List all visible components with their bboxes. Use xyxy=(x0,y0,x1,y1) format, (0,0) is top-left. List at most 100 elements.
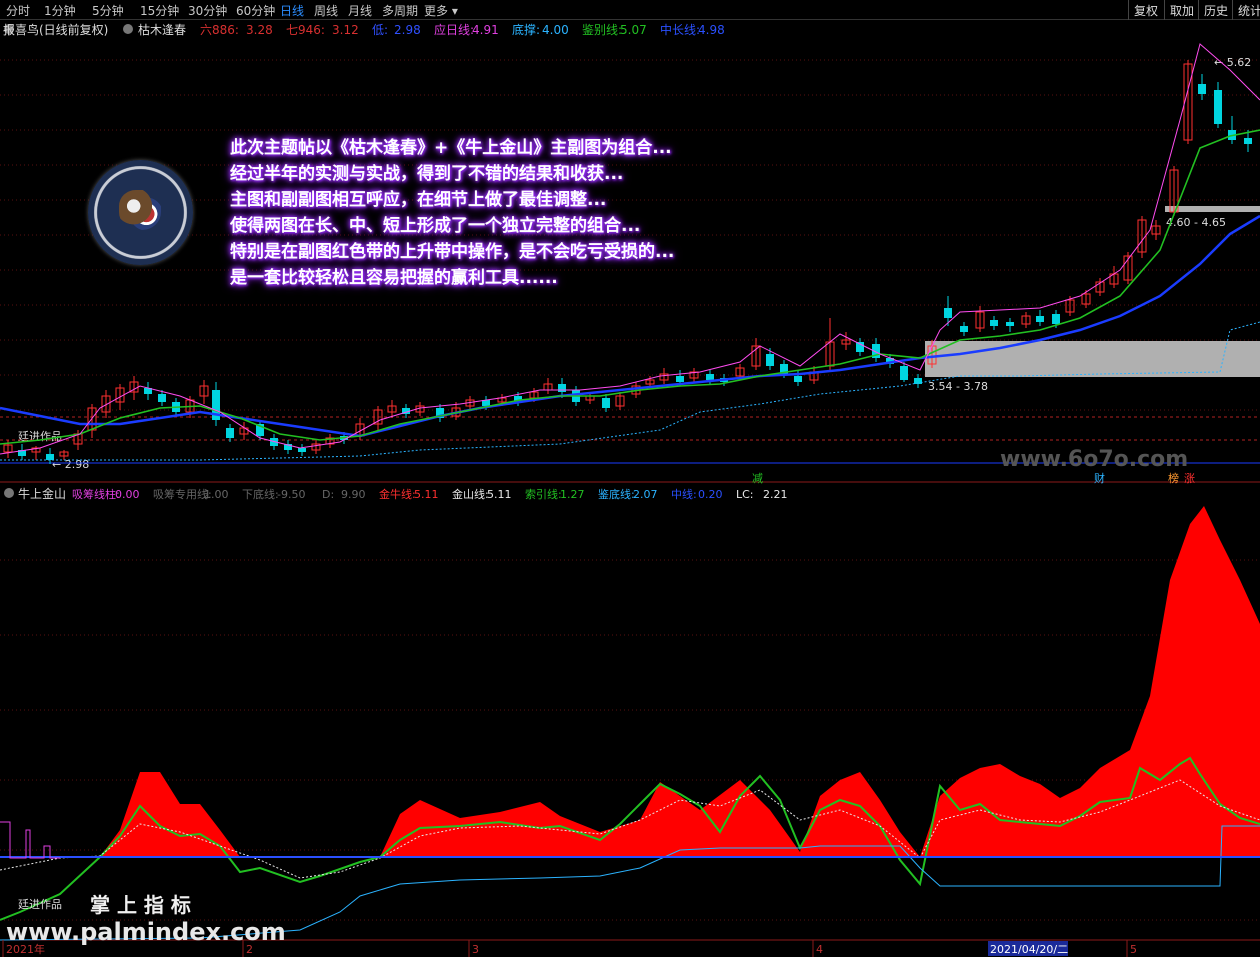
marker-reduce: 减 xyxy=(752,472,763,485)
sub-indicator-label: 中线: xyxy=(671,487,697,501)
sub-indicator-label: 索引线: xyxy=(525,487,562,501)
period-tab[interactable]: 分时 xyxy=(6,2,30,19)
main-indicator-value: 2.98 xyxy=(394,23,421,37)
main-indicator-label: 七946: xyxy=(286,23,325,37)
caption-line: 此次主题帖以《枯木逢春》+《牛上金山》主副图为组合... xyxy=(230,138,672,158)
marker-finance: 财 xyxy=(1094,471,1105,485)
main-indicator-value: 4.98 xyxy=(698,23,725,37)
sub-indicator-value: 5.11 xyxy=(414,488,439,501)
period-tab[interactable]: 60分钟 xyxy=(236,2,275,19)
period-tab[interactable]: 日线 xyxy=(280,2,304,19)
watermark-top: www.6o7o.com xyxy=(1000,447,1188,472)
main-indicator-name: 枯木逢春 xyxy=(138,22,186,37)
candle-body xyxy=(558,384,566,392)
candle-body xyxy=(1052,314,1060,324)
caption-line: 主图和副副图相互呼应，在细节上做了最佳调整... xyxy=(230,190,607,210)
resistance-band xyxy=(1165,206,1260,212)
sub-indicator-name: 牛上金山 xyxy=(18,486,66,501)
period-toolbar: 分时 1分钟 5分钟 15分钟 30分钟 60分钟 日线 周线 月线 多周期 更多 ▾ 复权 取加 历史统… xyxy=(0,0,1260,20)
period-tab[interactable]: 更多 ▾ xyxy=(424,2,458,19)
main-indicator-value: 3.12 xyxy=(332,23,359,37)
sub-indicator-value: 2.21 xyxy=(763,488,788,501)
patent-office-seal xyxy=(88,160,193,265)
candle-body xyxy=(1006,322,1014,326)
sub-indicator-value: 1.00 xyxy=(204,488,229,501)
candle-body xyxy=(990,320,998,326)
candle-body xyxy=(158,394,166,402)
overlay-caption: 此次主题帖以《枯木逢春》+《牛上金山》主副图为组合... 经过半年的实测与实战，… xyxy=(230,135,674,291)
candle-body xyxy=(944,308,952,318)
candle-body xyxy=(1214,90,1222,124)
candle-body xyxy=(794,376,802,382)
accum-bars xyxy=(0,821,60,859)
marker-rank: 榜 xyxy=(1168,471,1179,485)
caption-line: 特别是在副图红色带的上升带中操作，是不会吃亏受损的... xyxy=(230,242,675,262)
candle-body xyxy=(602,398,610,408)
high-price-label: ← 5.62 xyxy=(1214,56,1251,69)
candle-body xyxy=(706,374,714,380)
sub-indicator-label: 金山线: xyxy=(452,487,489,501)
toolbar-button[interactable]: 取加 xyxy=(1164,0,1199,20)
stock-title: 报喜鸟(日线前复权) xyxy=(3,22,108,37)
eagle-icon xyxy=(119,190,161,230)
sub-indicator-value: 5.11 xyxy=(487,488,512,501)
toolbar-button[interactable]: 统计 xyxy=(1232,0,1260,20)
sub-author-label: 廷进作品 xyxy=(18,898,62,911)
candle-body xyxy=(1036,316,1044,322)
main-indicator-label: 底撑: xyxy=(512,22,540,37)
main-indicator-label: 应日线: xyxy=(434,22,474,37)
toolbar-button[interactable]: 历史 xyxy=(1198,0,1233,20)
sub-indicator-label: 吸筹专用线: xyxy=(153,487,212,501)
toolbar-button[interactable]: 复权 xyxy=(1128,0,1163,20)
sub-indicator-label: LC: xyxy=(736,488,754,501)
period-tab[interactable]: 1分钟 xyxy=(44,2,76,19)
sub-indicator-value: 1.27 xyxy=(560,488,585,501)
sub-indicator-label: 鉴底线: xyxy=(598,487,635,501)
main-indicator-label: 中长线: xyxy=(660,22,700,37)
main-indicator-value: 4.91 xyxy=(472,23,499,37)
period-tab[interactable]: 15分钟 xyxy=(140,2,179,19)
sub-indicator-label: 吸筹线柱: xyxy=(72,487,120,501)
time-label: 2021年 xyxy=(6,942,45,956)
time-label: 2021/04/20/二 xyxy=(990,943,1068,956)
sub-indicator-value: 2.07 xyxy=(633,488,658,501)
period-tab[interactable]: 月线 xyxy=(348,2,372,19)
period-tab[interactable]: 30分钟 xyxy=(188,2,227,19)
time-label: 3 xyxy=(472,943,479,956)
main-indicator-value: 3.28 xyxy=(246,23,273,37)
candle-body xyxy=(766,354,774,366)
period-tab[interactable]: 多周期 xyxy=(382,2,418,19)
caption-line: 是一套比较轻松且容易把握的赢利工具...... xyxy=(230,268,558,288)
brand-label: 掌 上 指 标 xyxy=(90,893,191,917)
main-indicator-value: 4.00 xyxy=(542,23,569,37)
main-indicator-label: 鉴别线: xyxy=(582,23,622,37)
sub-indicator-value: 9.90 xyxy=(341,488,366,501)
period-tab[interactable]: 周线 xyxy=(314,2,338,19)
time-label: 2 xyxy=(246,943,253,956)
caption-line: 经过半年的实测与实战，得到了不错的结果和收获... xyxy=(230,164,624,184)
caption-line: 使得两图在长、中、短上形成了一个独立完整的组合... xyxy=(230,216,641,236)
candle-body xyxy=(960,326,968,332)
red-area xyxy=(0,506,1260,857)
collapse-icon[interactable] xyxy=(4,488,14,498)
main-indicator-label: 低: xyxy=(372,23,388,37)
sub-indicator-label: D: xyxy=(322,488,334,501)
marker-rise: 涨 xyxy=(1184,472,1195,485)
candle-body xyxy=(226,428,234,438)
band-upper-label: 4.60 - 4.65 xyxy=(1166,216,1226,229)
settings-icon[interactable] xyxy=(123,24,133,34)
candle-body xyxy=(676,376,684,382)
main-indicator-value: 5.07 xyxy=(620,23,647,37)
period-tab[interactable]: 5分钟 xyxy=(92,2,124,19)
candle-body xyxy=(46,454,54,460)
candle-body xyxy=(1198,84,1206,94)
watermark-bottom: www.palmindex.com xyxy=(6,918,286,946)
support-band xyxy=(925,341,1260,377)
main-indicator-label: 六886: xyxy=(200,23,239,37)
time-label: 4 xyxy=(816,943,823,956)
candle-body xyxy=(1244,138,1252,144)
sub-indicator-label: 下底线: xyxy=(242,487,279,501)
time-label: 5 xyxy=(1130,943,1137,956)
candle-body xyxy=(298,448,306,452)
sub-indicator-value: 0.20 xyxy=(698,488,723,501)
